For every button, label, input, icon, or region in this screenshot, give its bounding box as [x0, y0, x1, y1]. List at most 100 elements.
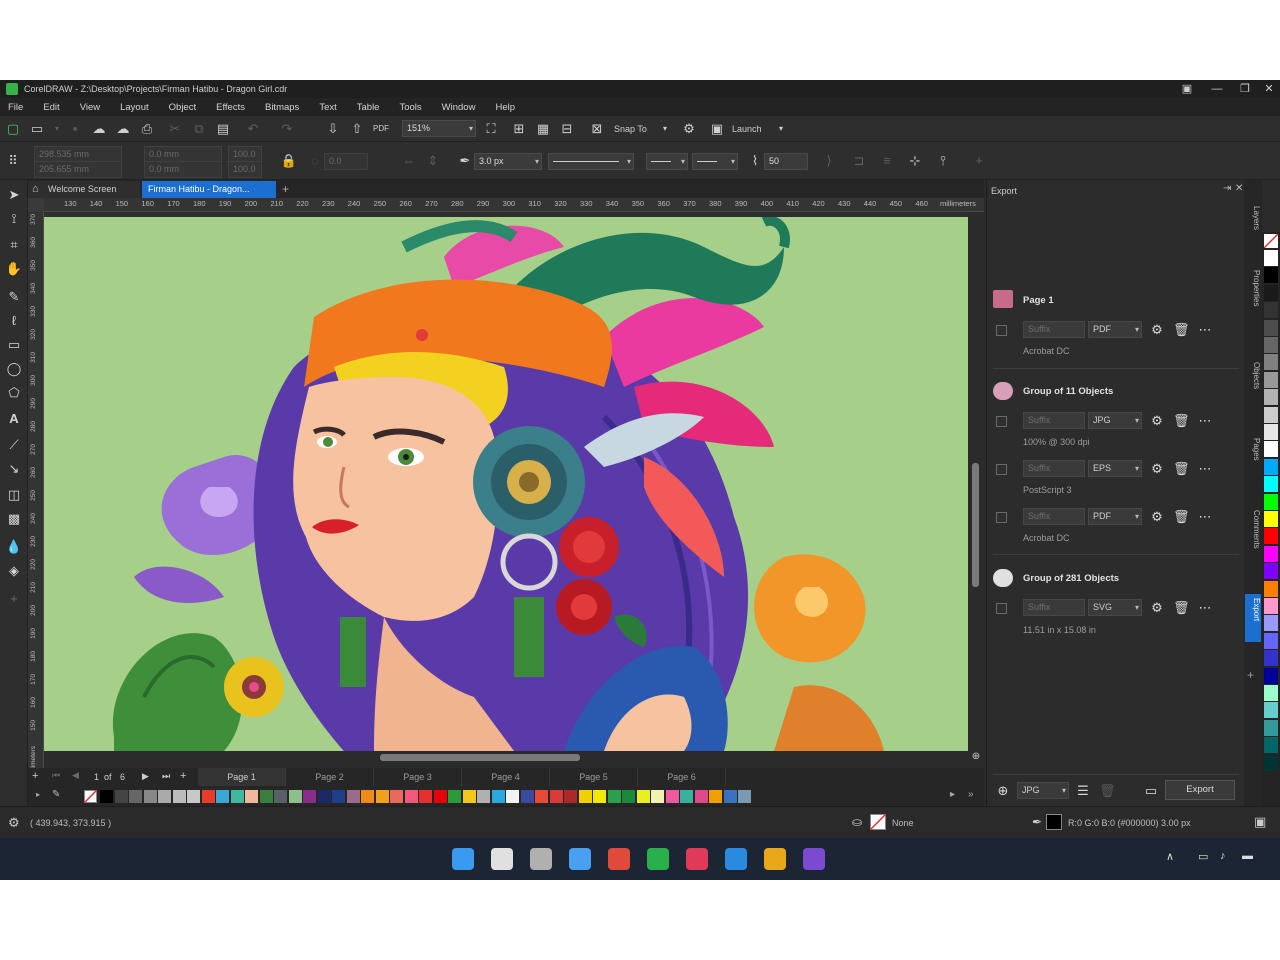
palette-swatch[interactable]	[433, 790, 447, 803]
suffix-field[interactable]: Suffix	[1023, 412, 1085, 429]
side-tab-properties[interactable]: Properties	[1245, 266, 1261, 326]
palette-swatch[interactable]	[636, 790, 650, 803]
menu-help[interactable]: Help	[495, 102, 515, 113]
vertical-palette-swatch[interactable]	[1264, 302, 1278, 319]
mirror-horizontal-icon[interactable]: ⇔	[400, 152, 418, 170]
menu-text[interactable]: Text	[319, 102, 336, 113]
delete-trash-icon[interactable]: 🗑	[1173, 599, 1190, 616]
palette-swatch[interactable]	[172, 790, 186, 803]
more-options-icon[interactable]: ⋯	[1197, 460, 1213, 477]
menu-tools[interactable]: Tools	[399, 102, 421, 113]
menu-layout[interactable]: Layout	[120, 102, 149, 113]
smoothing-field[interactable]: 50	[764, 153, 808, 170]
scale-y-field[interactable]: 100.0	[228, 161, 262, 178]
add-docker-icon[interactable]: +	[1247, 668, 1254, 682]
cloud-download-icon[interactable]: ☁	[114, 120, 132, 138]
palette-scroll-left-icon[interactable]: ▸	[950, 789, 955, 800]
palette-swatch[interactable]	[622, 790, 635, 803]
ellipse-tool-icon[interactable]: ◯	[5, 360, 23, 378]
delete-trash-icon[interactable]: 🗑	[1173, 508, 1190, 525]
new-tab-icon[interactable]: +	[278, 181, 296, 198]
palette-swatch[interactable]	[100, 790, 113, 803]
side-tab-comments[interactable]: Comments	[1245, 506, 1261, 570]
vertical-palette-swatch[interactable]	[1264, 632, 1278, 649]
font-manager-icon[interactable]	[725, 848, 747, 870]
close-icon[interactable]: ✕	[1254, 80, 1280, 98]
vertical-scroll-thumb[interactable]	[972, 463, 979, 587]
photo-paint-icon[interactable]	[686, 848, 708, 870]
print-icon[interactable]: ⎙	[138, 120, 156, 138]
vertical-palette-swatch[interactable]	[1264, 615, 1278, 632]
more-options-icon[interactable]: ⋯	[1197, 321, 1213, 338]
palette-swatch[interactable]	[535, 790, 548, 803]
vertical-palette-swatch[interactable]	[1264, 389, 1278, 406]
artistic-media-icon[interactable]: ℓ	[5, 312, 23, 330]
widgets-icon[interactable]	[569, 848, 591, 870]
export-folder-icon[interactable]: ▭	[1143, 782, 1159, 799]
zoom-level-field[interactable]: 151% ▾	[402, 120, 476, 137]
vertical-ruler[interactable]: 370 360 350 340 330 320 310 300 290 280 270 260 250 2…	[28, 198, 44, 777]
redo-icon[interactable]: ↷	[278, 120, 296, 138]
volume-icon[interactable]: ♪	[1220, 850, 1226, 862]
palette-swatch[interactable]	[288, 790, 302, 803]
side-tab-pages[interactable]: Pages	[1245, 434, 1261, 480]
export-settings-gear-icon[interactable]: ⚙	[1149, 321, 1165, 338]
vertical-palette-swatch[interactable]	[1264, 267, 1278, 284]
more-options-icon[interactable]: ⋯	[1197, 599, 1213, 616]
palette-swatch[interactable]	[332, 790, 345, 803]
vertical-palette-swatch[interactable]	[1264, 250, 1278, 266]
format-dropdown[interactable]: PDF ▾	[1088, 321, 1142, 338]
show-rulers-icon[interactable]: ⊞	[510, 120, 528, 138]
rectangle-tool-icon[interactable]: ▭	[5, 336, 23, 354]
save-icon[interactable]: ▪	[66, 120, 84, 138]
more-options-icon[interactable]: ⋯	[1197, 412, 1213, 429]
palette-swatch[interactable]	[158, 790, 171, 803]
side-tab-layers[interactable]: Layers	[1245, 202, 1261, 250]
menu-view[interactable]: View	[80, 102, 100, 113]
page-tab-1[interactable]: Page 1	[198, 768, 286, 786]
page-tab-2[interactable]: Page 2	[286, 768, 374, 786]
palette-swatch[interactable]	[491, 790, 505, 803]
export-row-checkbox[interactable]	[996, 512, 1007, 523]
palette-swatch[interactable]	[694, 790, 708, 803]
status-settings-gear-icon[interactable]: ⚙	[8, 815, 20, 831]
export-list-icon[interactable]: ☰	[1075, 782, 1091, 799]
launch-icon[interactable]: ▣	[708, 120, 726, 138]
coreldraw-icon[interactable]	[647, 848, 669, 870]
vertical-palette-swatch[interactable]	[1264, 424, 1278, 440]
store-icon[interactable]	[608, 848, 630, 870]
end-arrowhead-dropdown[interactable]: ▾	[692, 153, 738, 170]
export-row-checkbox[interactable]	[996, 416, 1007, 427]
palette-swatch[interactable]	[549, 790, 563, 803]
menu-table[interactable]: Table	[357, 102, 380, 113]
palette-swatch[interactable]	[506, 790, 519, 803]
pick-tool-icon[interactable]: ➤	[5, 186, 23, 204]
minimize-icon[interactable]: —	[1202, 80, 1232, 98]
start-arrowhead-dropdown[interactable]: ▾	[646, 153, 688, 170]
quick-customize-icon[interactable]: ⊹	[906, 152, 924, 170]
palette-swatch[interactable]	[607, 790, 621, 803]
vertical-palette-swatch[interactable]	[1264, 685, 1278, 701]
battery-icon[interactable]: ▬	[1242, 850, 1253, 862]
page-tab-3[interactable]: Page 3	[374, 768, 462, 786]
vertical-palette-swatch[interactable]	[1264, 284, 1278, 301]
pan-tool-icon[interactable]: ✋	[5, 260, 23, 278]
vertical-palette-swatch[interactable]	[1264, 406, 1278, 423]
palette-swatch[interactable]	[129, 790, 142, 803]
footer-delete-icon[interactable]: 🗑	[1099, 782, 1116, 799]
outline-color-swatch[interactable]	[1046, 814, 1062, 830]
palette-expand-icon[interactable]: »	[968, 789, 974, 800]
text-tool-icon[interactable]: A	[5, 410, 23, 428]
format-dropdown[interactable]: EPS ▾	[1088, 460, 1142, 477]
rotation-icon[interactable]: ◌	[306, 152, 324, 170]
new-document-icon[interactable]: ▢	[4, 120, 22, 138]
no-color-swatch-vertical[interactable]	[1263, 233, 1279, 249]
vertical-palette-swatch[interactable]	[1264, 511, 1278, 527]
page-tab-4[interactable]: Page 4	[462, 768, 550, 786]
more-options-icon[interactable]: ⋯	[1197, 508, 1213, 525]
options-gear-icon[interactable]: ⚙	[680, 120, 698, 138]
last-page-icon[interactable]: ⏭	[162, 771, 174, 782]
palette-swatch[interactable]	[564, 790, 577, 803]
connector-tool-icon[interactable]: ↘	[5, 460, 23, 478]
palette-swatch[interactable]	[114, 790, 128, 803]
